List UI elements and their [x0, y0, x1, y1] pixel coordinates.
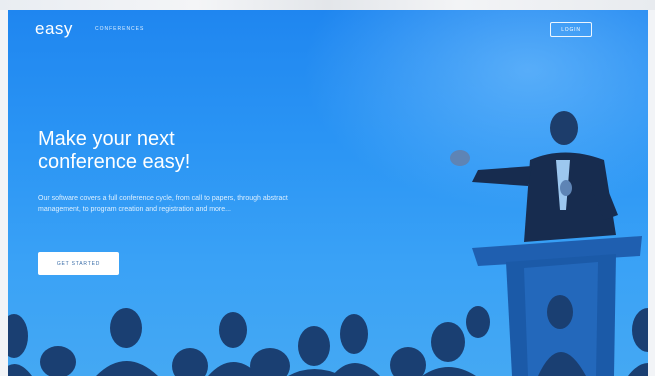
- page-margin-left: [0, 10, 8, 376]
- login-button[interactable]: LOGIN: [550, 22, 592, 37]
- nav-link-conferences[interactable]: CONFERENCES: [95, 26, 144, 32]
- page-margin-right: [648, 10, 655, 376]
- hero-headline-line1: Make your next: [38, 128, 175, 150]
- hero-headline-line2: conference easy!: [38, 151, 191, 173]
- hero-headline: Make your next conference easy!: [38, 128, 298, 174]
- hero-section: easy CONFERENCES LOGIN Make your next co…: [8, 10, 648, 376]
- background-photo-strip: [0, 0, 655, 10]
- speaker-figure: [450, 111, 618, 242]
- get-started-button[interactable]: GET STARTED: [38, 252, 119, 275]
- hero-description: Our software covers a full conference cy…: [38, 195, 288, 213]
- brand-logo[interactable]: easy: [35, 19, 73, 39]
